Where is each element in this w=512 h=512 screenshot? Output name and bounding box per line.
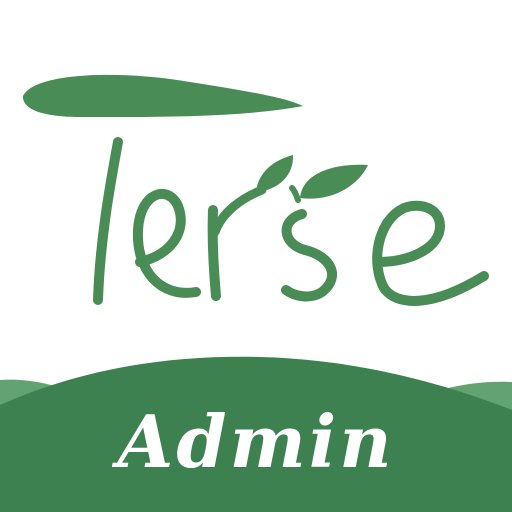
- subtitle-admin: Admin: [117, 399, 395, 484]
- terse-wordmark-logo: [22, 74, 489, 306]
- letter-s: [281, 209, 338, 302]
- t-crossbar-leaf: [22, 74, 304, 118]
- letter-s-tail: [289, 185, 301, 203]
- t-stem: [93, 137, 123, 305]
- app-icon: Admin: [0, 0, 512, 512]
- letter-e-1: [132, 189, 201, 298]
- letter-r-branch: [210, 185, 267, 237]
- letter-e-2: [372, 200, 489, 306]
- sprout-leaf-large: [300, 164, 368, 199]
- sprout-leaf-small: [256, 155, 294, 192]
